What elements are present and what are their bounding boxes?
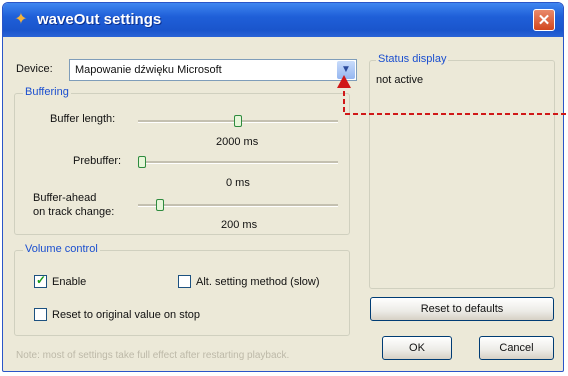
annotation-arrow <box>337 75 566 115</box>
